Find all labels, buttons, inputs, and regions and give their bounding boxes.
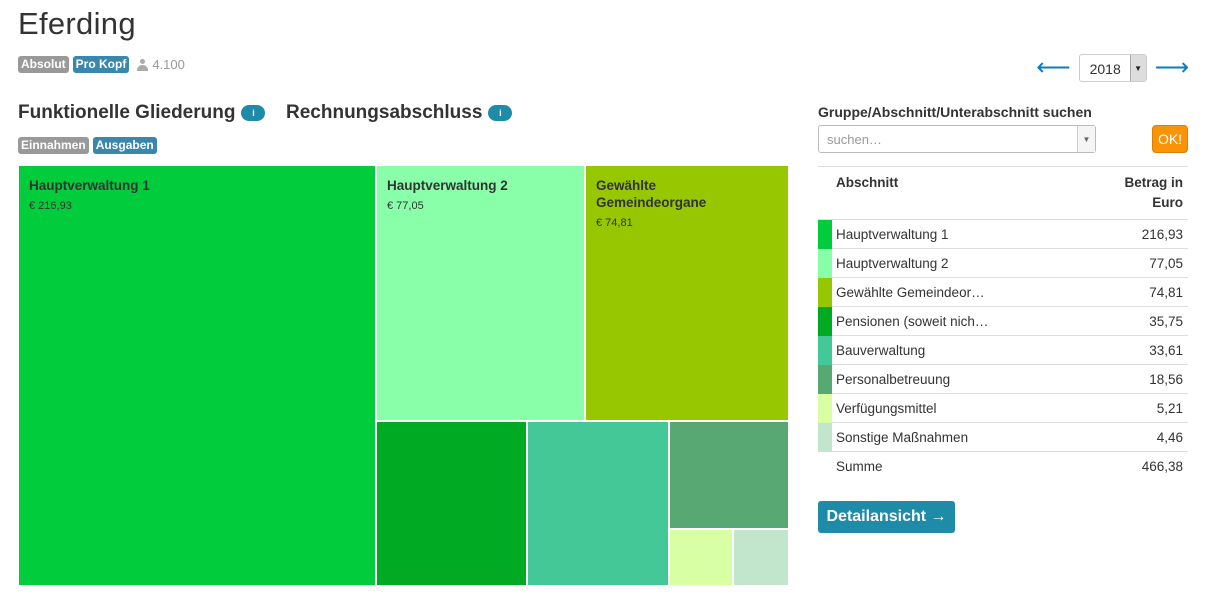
year-value: 2018 — [1089, 61, 1121, 77]
einnahmen-ausgaben-tabs: Einnahmen Ausgaben — [18, 137, 157, 154]
row-label: Gewählte Gemeindeor… — [818, 277, 1098, 307]
treemap-cell-amount: € 216,93 — [29, 200, 72, 212]
table-row[interactable]: Hauptverwaltung 1 216,93 — [818, 219, 1188, 249]
next-year-arrow-icon[interactable]: ⟶ — [1155, 56, 1189, 80]
row-label-text: Sonstige Maßnahmen — [836, 429, 969, 445]
row-label: Personalbetreuung — [818, 364, 1098, 394]
search-placeholder: suchen… — [827, 132, 882, 147]
tab-ausgaben[interactable]: Ausgaben — [92, 137, 157, 154]
rechnung-label: Rechnungsabschluss — [286, 102, 483, 123]
treemap-cell-name: Gewählte Gemeindeorgane — [596, 178, 707, 210]
page-title: Eferding — [18, 6, 136, 41]
treemap-cell-name: Hauptverwaltung 2 — [387, 178, 508, 193]
population-info: 4.100 — [137, 57, 185, 72]
treemap-cell-amount: € 74,81 — [596, 217, 633, 229]
table-row[interactable]: Bauverwaltung 33,61 — [818, 335, 1188, 365]
column-header-betrag[interactable]: Betrag in Euro — [1098, 166, 1188, 220]
row-label: Bauverwaltung — [818, 335, 1098, 365]
year-navigation: ⟵ 2018 ▼ ⟶ — [1036, 54, 1189, 82]
pro-kopf-badge[interactable]: Pro Kopf — [72, 56, 130, 73]
chevron-down-icon: ▼ — [1077, 126, 1095, 152]
color-swatch — [818, 249, 832, 278]
treemap-cell[interactable] — [733, 529, 789, 586]
table-row[interactable]: Sonstige Maßnahmen 4,46 — [818, 422, 1188, 452]
abschnitt-table: Abschnitt Betrag in Euro Hauptverwaltung… — [818, 166, 1188, 481]
color-swatch — [818, 336, 832, 365]
row-label-text: Bauverwaltung — [836, 342, 926, 358]
treemap-cell-name: Hauptverwaltung 1 — [29, 178, 150, 193]
row-label: Pensionen (soweit nich… — [818, 306, 1098, 336]
row-label-text: Hauptverwaltung 2 — [836, 255, 949, 271]
sum-value: 466,38 — [1098, 451, 1188, 481]
row-label: Hauptverwaltung 2 — [818, 248, 1098, 278]
treemap-cell[interactable] — [376, 421, 527, 586]
population-count: 4.100 — [152, 57, 185, 72]
treemap-cell-amount: € 77,05 — [387, 200, 424, 212]
table-header-row: Abschnitt Betrag in Euro — [818, 166, 1188, 220]
view-mode-badges: Absolut Pro Kopf 4.100 — [18, 56, 185, 73]
search-input[interactable]: suchen… ▼ — [818, 125, 1096, 153]
sum-row: Summe 466,38 — [818, 451, 1188, 481]
row-label-text: Gewählte Gemeindeor… — [836, 284, 985, 300]
treemap-cell[interactable] — [669, 529, 733, 586]
info-icon[interactable]: i — [488, 105, 513, 121]
row-value: 18,56 — [1098, 364, 1188, 394]
table-row[interactable]: Pensionen (soweit nich… 35,75 — [818, 306, 1188, 336]
row-value: 5,21 — [1098, 393, 1188, 423]
treemap-cell[interactable] — [527, 421, 669, 586]
tab-einnahmen[interactable]: Einnahmen — [18, 137, 89, 154]
row-label: Verfügungsmittel — [818, 393, 1098, 423]
row-value: 74,81 — [1098, 277, 1188, 307]
color-swatch — [818, 220, 832, 249]
row-label: Hauptverwaltung 1 — [818, 219, 1098, 249]
row-value: 4,46 — [1098, 422, 1188, 452]
prev-year-arrow-icon[interactable]: ⟵ — [1036, 56, 1070, 80]
color-swatch — [818, 423, 832, 452]
row-label-text: Hauptverwaltung 1 — [836, 226, 949, 242]
sum-label: Summe — [818, 451, 1098, 481]
row-value: 35,75 — [1098, 306, 1188, 336]
row-value: 77,05 — [1098, 248, 1188, 278]
row-value: 33,61 — [1098, 335, 1188, 365]
row-label: Sonstige Maßnahmen — [818, 422, 1098, 452]
rechnung-heading: Rechnungsabschluss i — [286, 102, 513, 124]
chevron-down-icon: ▼ — [1129, 55, 1146, 81]
treemap-cell[interactable]: Hauptverwaltung 1 € 216,93 — [18, 165, 376, 586]
color-swatch — [818, 307, 832, 336]
absolut-badge[interactable]: Absolut — [18, 56, 69, 73]
search-label: Gruppe/Abschnitt/Unterabschnitt suchen — [818, 104, 1092, 120]
ok-button[interactable]: OK! — [1152, 125, 1188, 153]
info-icon[interactable]: i — [241, 105, 266, 121]
color-swatch — [818, 365, 832, 394]
column-header-abschnitt[interactable]: Abschnitt — [818, 166, 1098, 220]
detailansicht-button[interactable]: Detailansicht → — [818, 501, 955, 533]
row-label-text: Verfügungsmittel — [836, 400, 937, 416]
treemap-cell[interactable]: Gewählte Gemeindeorgane € 74,81 — [585, 165, 789, 421]
color-swatch — [818, 394, 832, 423]
row-value: 216,93 — [1098, 219, 1188, 249]
table-row[interactable]: Personalbetreuung 18,56 — [818, 364, 1188, 394]
table-row[interactable]: Hauptverwaltung 2 77,05 — [818, 248, 1188, 278]
treemap-cell[interactable] — [669, 421, 789, 529]
treemap: Hauptverwaltung 1 € 216,93 Hauptverwaltu… — [18, 165, 789, 586]
treemap-cell[interactable]: Hauptverwaltung 2 € 77,05 — [376, 165, 585, 421]
row-label-text: Pensionen (soweit nich… — [836, 313, 989, 329]
person-icon — [137, 58, 149, 71]
row-label-text: Personalbetreuung — [836, 371, 951, 387]
year-select[interactable]: 2018 ▼ — [1078, 54, 1147, 82]
funktionelle-label: Funktionelle Gliederung — [18, 102, 236, 123]
table-row[interactable]: Gewählte Gemeindeor… 74,81 — [818, 277, 1188, 307]
table-row[interactable]: Verfügungsmittel 5,21 — [818, 393, 1188, 423]
funktionelle-heading: Funktionelle Gliederung i — [18, 102, 266, 124]
color-swatch — [818, 278, 832, 307]
